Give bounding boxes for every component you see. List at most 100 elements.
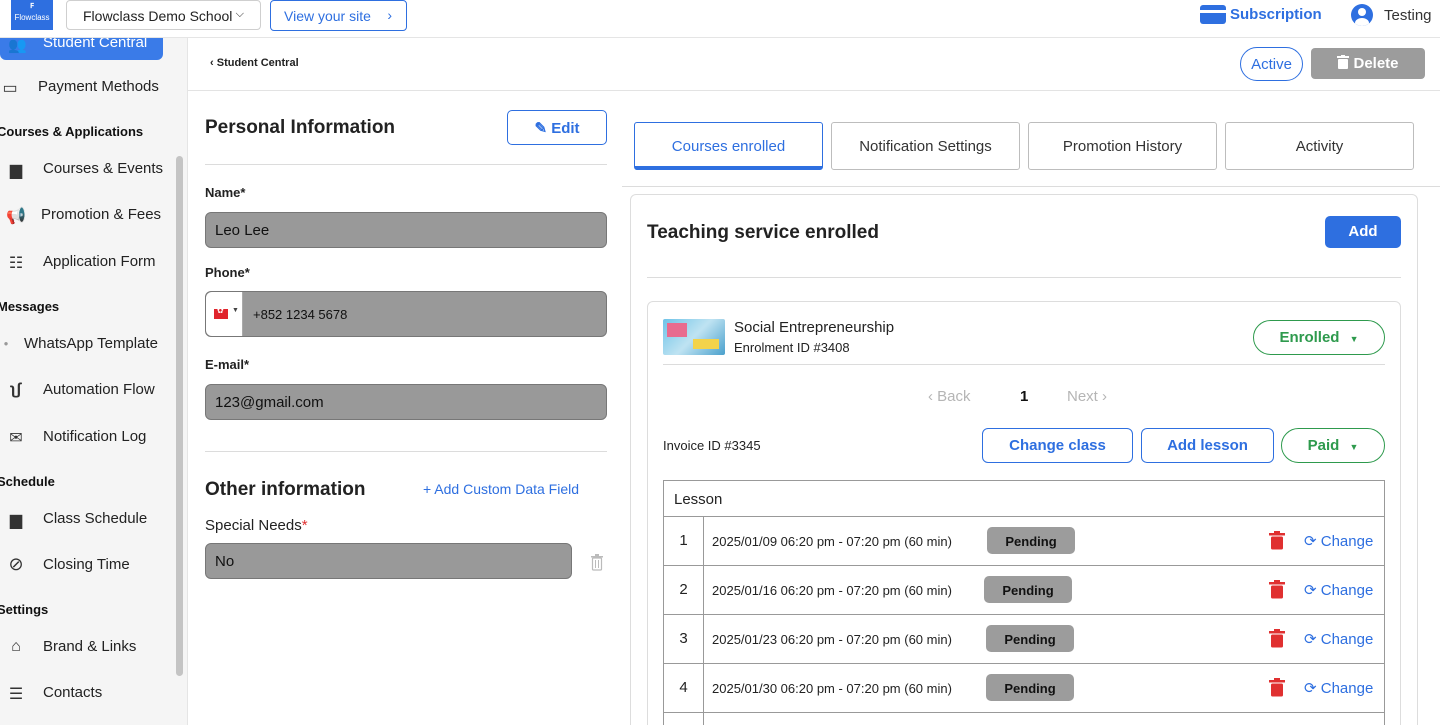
add-button[interactable]: Add [1325, 216, 1401, 248]
lesson-number-cell [664, 713, 704, 725]
phone-label: Phone* [205, 265, 250, 280]
chevron-right-icon: › [1097, 388, 1108, 405]
sidebar-item-student-central[interactable]: 👥 Student Central [0, 38, 163, 60]
sidebar-item-label: Brand & Links [43, 638, 137, 655]
change-lesson-button[interactable]: ⟳ Change [1304, 679, 1373, 697]
change-label: Change [1320, 533, 1374, 550]
enrolment-status-label: Enrolled [1279, 329, 1340, 346]
tab-notification-settings[interactable]: Notification Settings [831, 122, 1020, 170]
name-field[interactable]: Leo Lee [205, 212, 607, 248]
table-row: 3 2025/01/23 06:20 pm - 07:20 pm (60 min… [663, 615, 1385, 664]
change-lesson-button[interactable]: ⟳ Change [1304, 630, 1373, 648]
lesson-time: 2025/01/23 06:20 pm - 07:20 pm (60 min) [712, 632, 952, 647]
back-label: Student Central [216, 57, 299, 69]
subscription-label: Subscription [1230, 6, 1322, 23]
pager-back-button[interactable]: ‹ Back [928, 388, 971, 405]
lesson-time: 2025/01/09 06:20 pm - 07:20 pm (60 min) [712, 534, 952, 549]
view-site-button[interactable]: View your site › [270, 0, 407, 31]
chevron-left-icon: ‹ [210, 57, 217, 69]
flowclass-logo[interactable]: ꟳ Flowclass [11, 0, 53, 30]
subscription-link[interactable]: Subscription [1200, 5, 1322, 24]
top-bar: ꟳ Flowclass Flowclass Demo School ⌵ View… [0, 0, 1440, 38]
status-badge: Pending [987, 527, 1075, 554]
divider [622, 186, 1440, 187]
course-name[interactable]: Social Entrepreneurship [734, 319, 894, 336]
table-row: 2 2025/01/16 06:20 pm - 07:20 pm (60 min… [663, 566, 1385, 615]
change-lesson-button[interactable]: ⟳ Change [1304, 532, 1373, 550]
invoice-id: Invoice ID #3345 [663, 438, 761, 453]
lesson-time: 2025/01/30 06:20 pm - 07:20 pm (60 min) [712, 681, 952, 696]
course-thumbnail [663, 319, 725, 355]
logo-mark-icon: ꟳ [30, 2, 34, 14]
table-row: 4 2025/01/30 06:20 pm - 07:20 pm (60 min… [663, 664, 1385, 713]
sync-icon: ⟳ [1304, 631, 1321, 648]
caret-down-icon: ▼ [1349, 334, 1359, 344]
special-needs-text: Special Needs [205, 517, 302, 534]
caret-down-icon: ▼ [232, 307, 239, 314]
tab-promotion-history[interactable]: Promotion History [1028, 122, 1217, 170]
flow-icon: ʅʃ [10, 381, 22, 398]
sidebar-item-label: Closing Time [43, 556, 130, 573]
lesson-number: 4 [664, 664, 704, 712]
enrolment-status-dropdown[interactable]: Enrolled ▼ [1253, 320, 1385, 355]
add-custom-field-link[interactable]: + Add Custom Data Field [423, 481, 579, 497]
trash-icon[interactable] [1269, 580, 1285, 599]
school-select[interactable]: Flowclass Demo School ⌵ [66, 0, 261, 30]
sync-icon: ⟳ [1304, 533, 1321, 550]
home-icon: ⌂ [11, 638, 21, 655]
pager-page-number[interactable]: 1 [1020, 388, 1028, 405]
trash-icon[interactable] [1269, 531, 1285, 550]
user-menu[interactable]: Testing [1351, 4, 1432, 26]
status-active-button[interactable]: Active [1240, 47, 1303, 81]
required-mark: * [301, 517, 308, 534]
pencil-icon: ✎ [534, 120, 548, 137]
sidebar-item-label: Automation Flow [43, 381, 155, 398]
trash-icon [1337, 55, 1350, 69]
sync-icon: ⟳ [1304, 582, 1321, 599]
credit-card-icon: ▭ [2, 80, 18, 97]
divider [205, 451, 607, 452]
country-code-select[interactable]: ▼ [206, 292, 243, 336]
tab-courses-enrolled[interactable]: Courses enrolled [634, 122, 823, 170]
special-needs-field[interactable]: No [205, 543, 572, 579]
sidebar-item-label: Courses & Events [43, 160, 164, 177]
enrolled-title: Teaching service enrolled [647, 222, 879, 243]
form-icon: ☷ [8, 255, 24, 272]
pager-next-button[interactable]: Next › [1067, 388, 1107, 405]
table-row: 1 2025/01/09 06:20 pm - 07:20 pm (60 min… [663, 517, 1385, 566]
lesson-table-header: Lesson [663, 480, 1385, 517]
add-lesson-button[interactable]: Add lesson [1141, 428, 1274, 463]
trash-icon[interactable] [1269, 678, 1285, 697]
sidebar-scrollbar[interactable] [176, 156, 183, 676]
back-link[interactable]: ‹ Student Central [210, 57, 299, 69]
change-class-button[interactable]: Change class [982, 428, 1133, 463]
trash-icon[interactable] [588, 553, 606, 571]
user-name: Testing [1384, 6, 1432, 24]
card-icon [1200, 5, 1226, 24]
lesson-time: 2025/01/16 06:20 pm - 07:20 pm (60 min) [712, 583, 952, 598]
tab-activity[interactable]: Activity [1225, 122, 1414, 170]
chevron-right-icon: › [387, 7, 392, 23]
calendar-icon: ▆ [9, 512, 23, 529]
view-site-label: View your site [284, 8, 371, 24]
sidebar-item-label: Class Schedule [43, 510, 148, 527]
other-info-title: Other information [205, 479, 366, 500]
delete-button[interactable]: Delete [1311, 48, 1425, 79]
change-label: Change [1320, 582, 1374, 599]
sidebar-section-messages: Messages [0, 299, 60, 314]
email-field[interactable]: 123@gmail.com [205, 384, 607, 420]
edit-button[interactable]: ✎ Edit [507, 110, 607, 145]
trash-icon[interactable] [1269, 629, 1285, 648]
phone-field[interactable]: ▼ +852 1234 5678 [205, 291, 607, 337]
sidebar-item-label: Student Central [43, 38, 148, 51]
edit-label: Edit [551, 120, 580, 137]
email-label: E-mail* [205, 357, 250, 372]
change-lesson-button[interactable]: ⟳ Change [1304, 581, 1373, 599]
sidebar-item-label: Payment Methods [38, 78, 159, 95]
change-label: Change [1320, 631, 1374, 648]
divider [205, 164, 607, 165]
chat-icon: ☰ [8, 686, 24, 703]
special-needs-label: Special Needs* [205, 517, 308, 534]
payment-status-dropdown[interactable]: Paid ▼ [1281, 428, 1385, 463]
table-row [663, 713, 1385, 725]
